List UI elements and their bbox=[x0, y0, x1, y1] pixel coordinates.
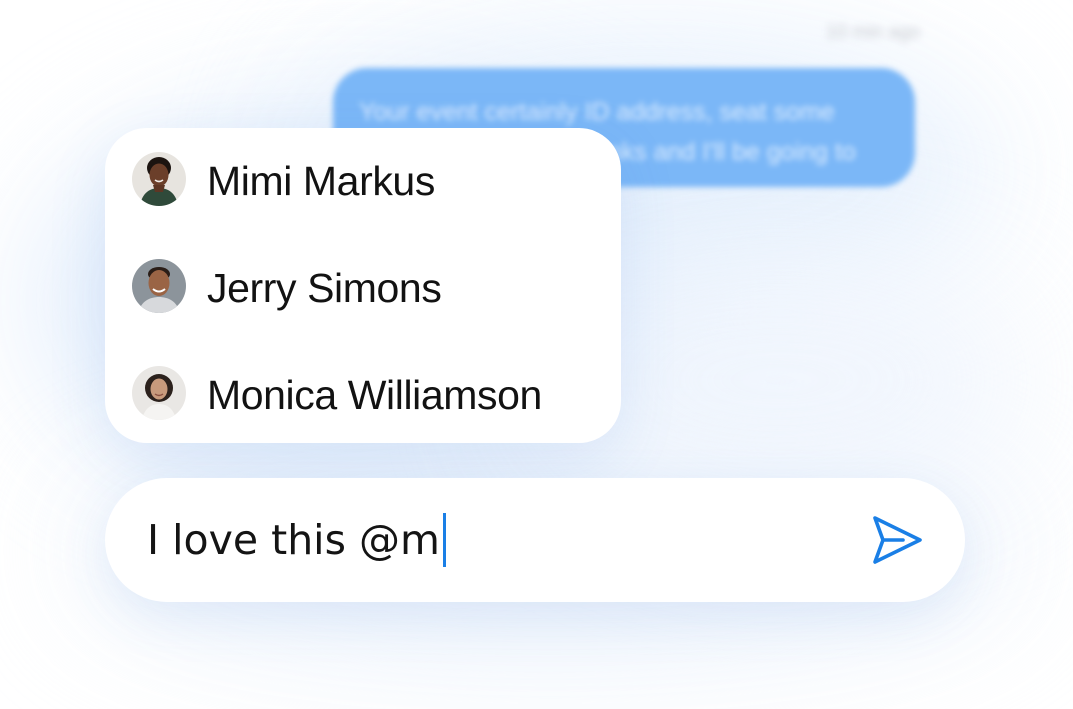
message-input[interactable]: I love this @m bbox=[147, 512, 446, 568]
message-input-value: I love this @m bbox=[147, 516, 440, 564]
mention-suggestions-popup: Mimi Markus Jerry Simons Monica Williams bbox=[105, 128, 621, 443]
message-composer: I love this @m bbox=[105, 478, 965, 602]
avatar bbox=[132, 152, 186, 206]
mention-name: Jerry Simons bbox=[207, 265, 442, 311]
avatar bbox=[132, 259, 186, 313]
message-timestamp: 10 min ago bbox=[825, 22, 920, 43]
mention-name: Monica Williamson bbox=[207, 372, 542, 418]
avatar-woman-curly-hair-icon bbox=[132, 366, 186, 420]
mention-suggestion-mimi-markus[interactable]: Mimi Markus bbox=[105, 134, 621, 224]
avatar-woman-dark-hair-icon bbox=[132, 152, 186, 206]
text-caret bbox=[442, 513, 446, 567]
avatar bbox=[132, 366, 186, 420]
send-icon bbox=[873, 516, 922, 564]
mention-name: Mimi Markus bbox=[207, 158, 435, 204]
send-button[interactable] bbox=[863, 509, 927, 571]
mention-suggestion-monica-williamson[interactable]: Monica Williamson bbox=[105, 348, 621, 438]
avatar-man-smiling-icon bbox=[132, 259, 186, 313]
mention-suggestion-jerry-simons[interactable]: Jerry Simons bbox=[105, 241, 621, 331]
